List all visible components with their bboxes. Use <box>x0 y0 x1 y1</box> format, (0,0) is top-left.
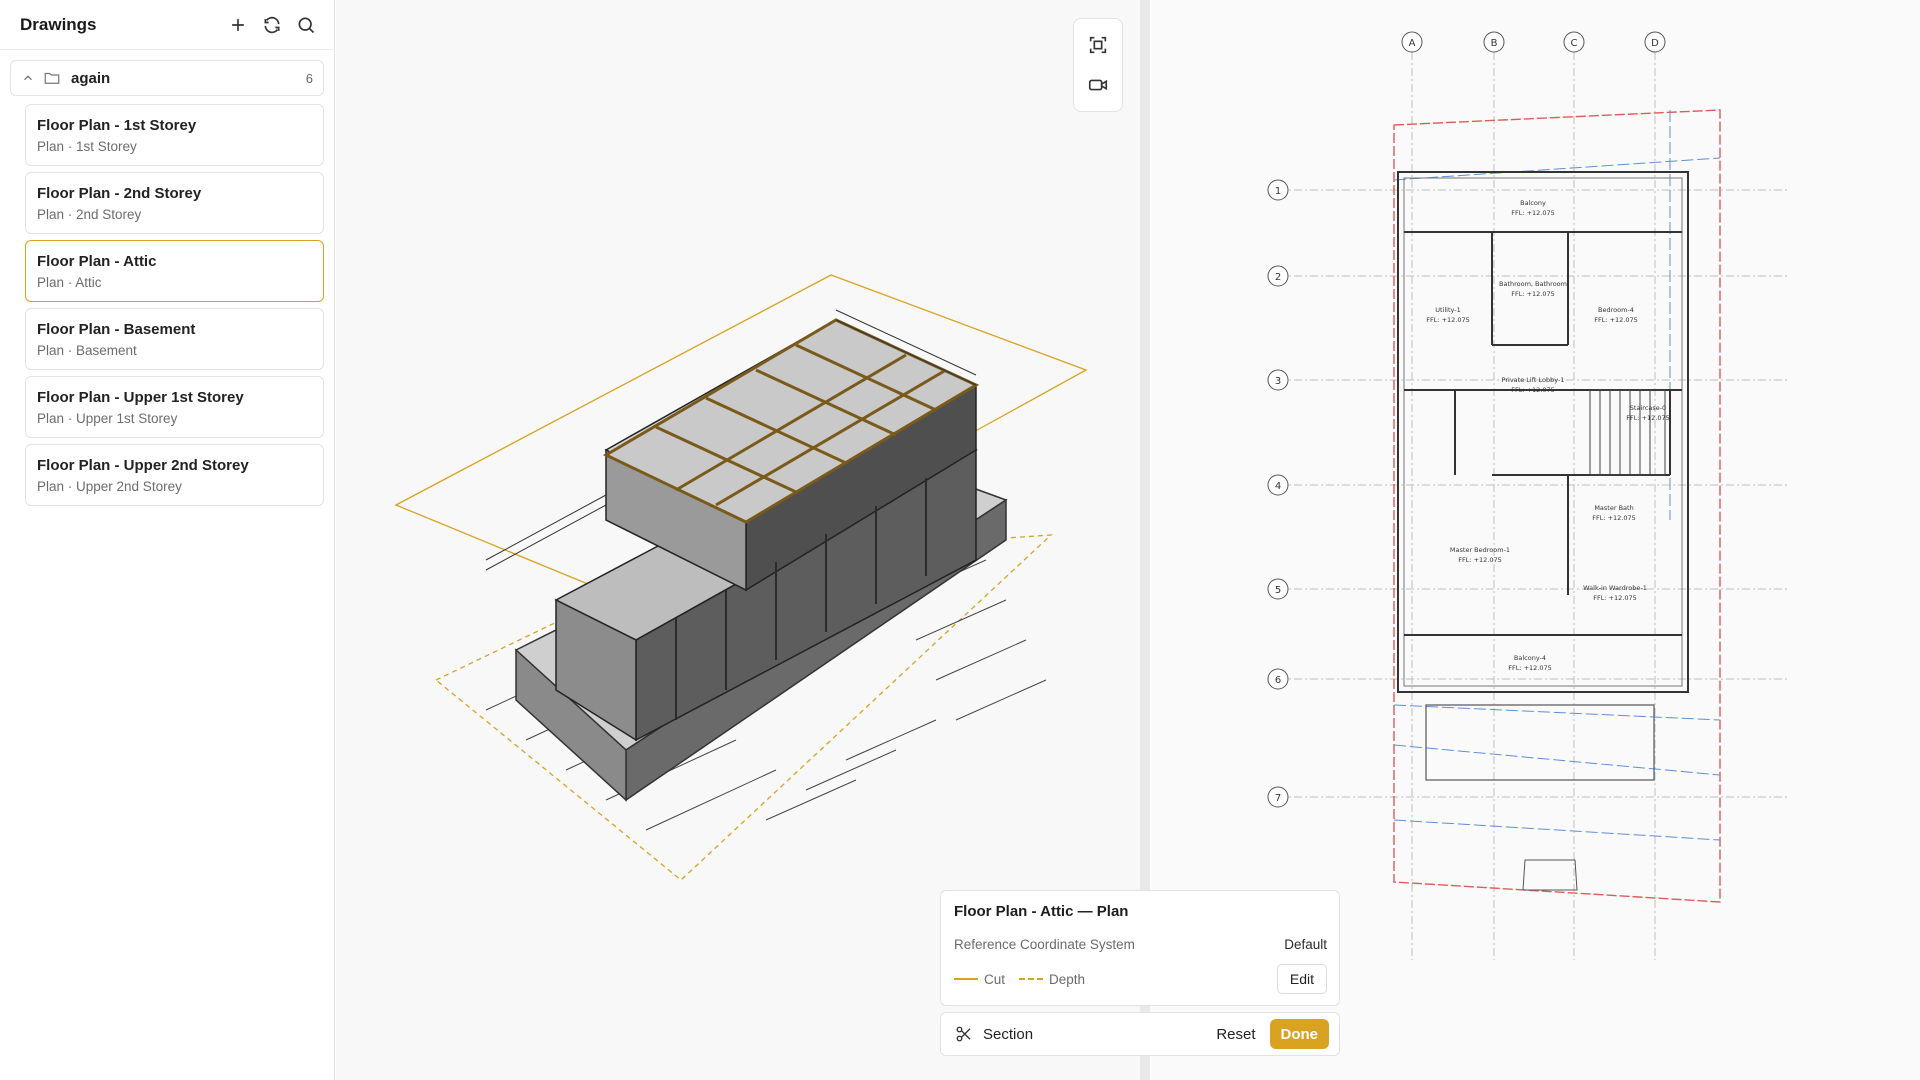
drawing-info-panel: Floor Plan - Attic — Plan Reference Coor… <box>940 890 1340 1006</box>
drawing-subtitle: Plan · 1st Storey <box>37 139 137 154</box>
drawing-subtitle: Plan · 2nd Storey <box>37 207 142 222</box>
done-button[interactable]: Done <box>1269 1019 1329 1049</box>
search-icon[interactable] <box>294 13 318 37</box>
drawing-list: Floor Plan - 1st Storey Plan · 1st Store… <box>25 104 324 506</box>
legend-cut-label: Cut <box>984 971 1006 987</box>
column-grid-bubbles: A B C D <box>1401 31 1666 53</box>
refresh-icon[interactable] <box>260 13 284 37</box>
room-level: FFL: +12.075 <box>1626 414 1670 422</box>
room-name: Private Lift Lobby-1 <box>1502 376 1565 384</box>
grid-label-row: 4 <box>1275 481 1281 492</box>
drawing-title: Floor Plan - Upper 2nd Storey <box>37 457 249 474</box>
row-grid-bubbles: 1 2 3 4 5 6 7 <box>1267 179 1289 808</box>
room-level: FFL: +12.075 <box>1458 556 1502 564</box>
edit-button[interactable]: Edit <box>1276 964 1327 994</box>
reference-label: Reference Coordinate System <box>954 937 1135 952</box>
legend-depth-label: Depth <box>1049 971 1086 987</box>
room-name: Walk-in Wardrobe-1 <box>1583 584 1647 592</box>
room-name: Utility-1 <box>1435 306 1461 314</box>
section-label: Section <box>983 1025 1034 1043</box>
room-level: FFL: +12.075 <box>1511 386 1555 394</box>
grid-label-row: 1 <box>1275 186 1281 197</box>
drawing-title: Floor Plan - Upper 1st Storey <box>37 389 244 406</box>
drawing-title: Floor Plan - 1st Storey <box>37 117 197 134</box>
sidebar-header: Drawings <box>0 0 334 50</box>
drawing-item-attic[interactable]: Floor Plan - Attic Plan · Attic <box>25 240 324 302</box>
drawing-title: Floor Plan - Basement <box>37 321 196 338</box>
scissors-icon <box>955 1025 973 1043</box>
drawing-item-1st-storey[interactable]: Floor Plan - 1st Storey Plan · 1st Store… <box>25 104 324 166</box>
room-level: FFL: +12.075 <box>1593 594 1637 602</box>
drawing-subtitle: Plan · Upper 2nd Storey <box>37 479 182 494</box>
room-name: Balcony-4 <box>1514 654 1546 662</box>
view-controls <box>1073 18 1123 112</box>
grid-label-row: 2 <box>1275 272 1281 283</box>
drawing-title: Floor Plan - 2nd Storey <box>37 185 202 202</box>
drawing-item-basement[interactable]: Floor Plan - Basement Plan · Basement <box>25 308 324 370</box>
room-name: Bathroom, Bathroom <box>1499 280 1567 288</box>
pool-area <box>1425 704 1655 781</box>
drawings-sidebar: Drawings again 6 Floor Plan - 1st Storey… <box>0 0 335 1080</box>
room-level: FFL: +12.075 <box>1511 290 1555 298</box>
frame-icon[interactable] <box>1083 30 1113 60</box>
drawing-item-upper-2nd-storey[interactable]: Floor Plan - Upper 2nd Storey Plan · Upp… <box>25 444 324 506</box>
drawing-item-2nd-storey[interactable]: Floor Plan - 2nd Storey Plan · 2nd Store… <box>25 172 324 234</box>
drawing-title: Floor Plan - Attic <box>37 253 157 270</box>
legend-row: Cut Depth Edit <box>954 964 1327 994</box>
grid-label-row: 3 <box>1275 376 1281 387</box>
grid-label-col: D <box>1651 38 1659 49</box>
room-level: FFL: +12.075 <box>1592 514 1636 522</box>
drawing-subtitle: Plan · Basement <box>37 343 137 358</box>
drawing-info-title: Floor Plan - Attic — Plan <box>954 903 1129 920</box>
grid-label-row: 5 <box>1275 585 1281 596</box>
room-level: FFL: +12.075 <box>1511 209 1555 217</box>
room-level: FFL: +12.075 <box>1426 316 1470 324</box>
room-name: Balcony <box>1520 199 1546 207</box>
section-toolbar: Section Reset Done <box>940 1012 1340 1056</box>
reference-value[interactable]: Default <box>1284 937 1327 952</box>
folder-row[interactable]: again 6 <box>10 60 324 96</box>
drawing-item-upper-1st-storey[interactable]: Floor Plan - Upper 1st Storey Plan · Upp… <box>25 376 324 438</box>
camera-icon[interactable] <box>1083 70 1113 100</box>
grid-label-row: 6 <box>1275 675 1281 686</box>
staircase <box>1589 389 1666 476</box>
room-level: FFL: +12.075 <box>1508 664 1552 672</box>
room-labels: Balcony FFL: +12.075 Bathroom, Bathroom … <box>1426 199 1670 672</box>
reference-coordinate-row: Reference Coordinate System Default <box>954 937 1327 952</box>
room-name: Bedroom-4 <box>1598 306 1634 314</box>
cut-line-swatch <box>954 978 978 980</box>
depth-line-swatch <box>1019 978 1044 980</box>
building-outline <box>1397 171 1689 693</box>
plus-icon[interactable] <box>226 13 250 37</box>
reset-button[interactable]: Reset <box>1216 1026 1255 1043</box>
drawing-subtitle: Plan · Attic <box>37 275 102 290</box>
room-name: Master Bath <box>1594 504 1633 512</box>
site-boundary <box>1393 109 1721 903</box>
chevron-up-icon[interactable] <box>21 71 35 85</box>
grid-label-col: C <box>1571 38 1578 49</box>
folder-icon <box>43 69 61 87</box>
room-name: Master Bedroom-1 <box>1450 546 1510 554</box>
drawing-subtitle: Plan · Upper 1st Storey <box>37 411 178 426</box>
folder-count: 6 <box>305 70 313 86</box>
grid-label-row: 7 <box>1275 793 1281 804</box>
folder-name: again <box>71 69 111 87</box>
room-level: FFL: +12.075 <box>1594 316 1638 324</box>
sidebar-title: Drawings <box>20 14 97 34</box>
room-name: Staircase-0 <box>1630 404 1666 412</box>
grid-label-col: B <box>1491 38 1498 49</box>
grid-label-col: A <box>1409 38 1416 49</box>
